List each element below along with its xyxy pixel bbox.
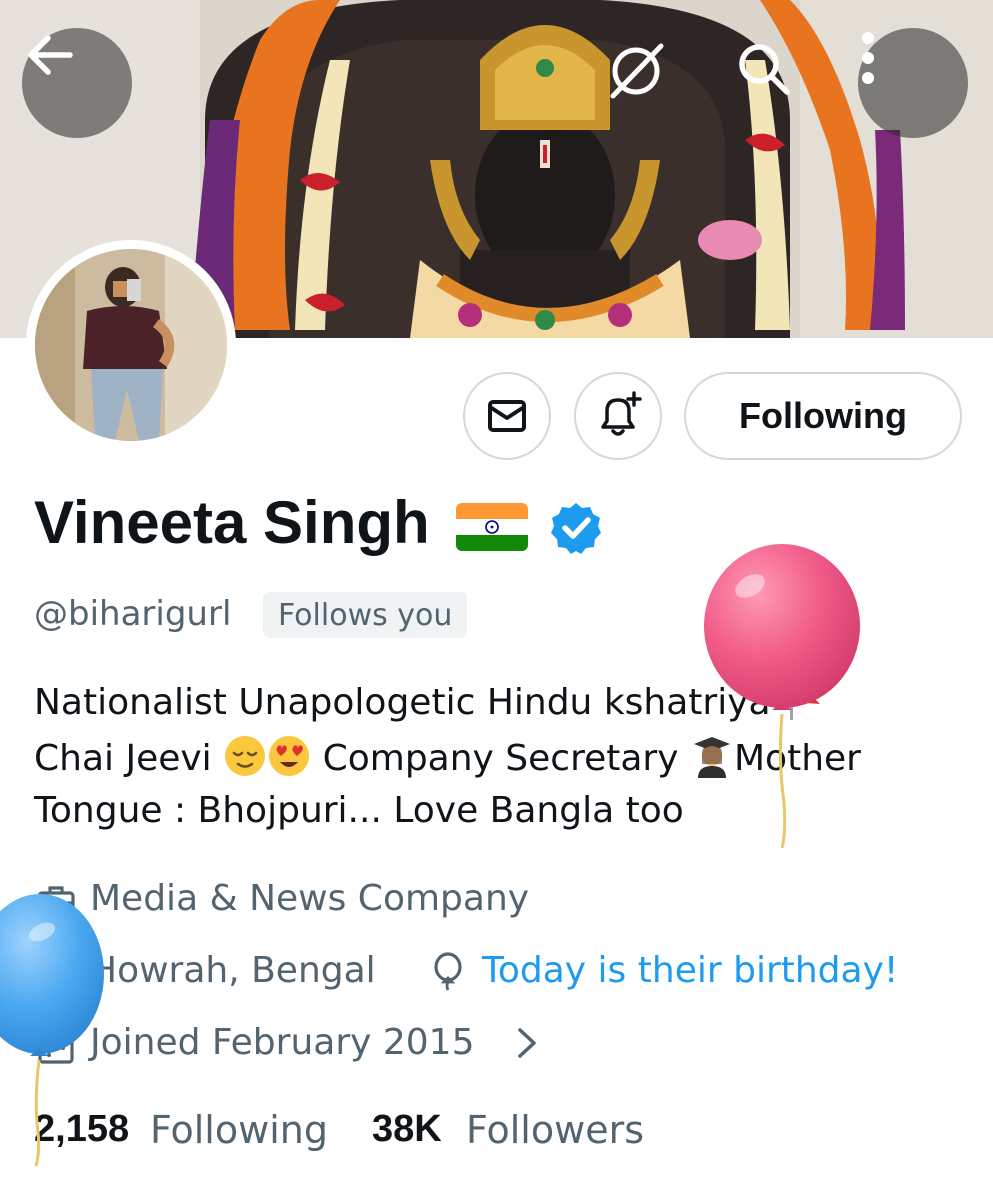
bio-text: Company Secretary <box>322 738 679 779</box>
handle: @biharigurl <box>34 594 232 634</box>
grok-icon <box>610 43 664 99</box>
more-vertical-icon <box>862 32 874 84</box>
balloon-icon <box>434 952 462 991</box>
location-pin-icon <box>40 956 72 994</box>
bio-line-3: Tongue : Bhojpuri... Love Bangla too <box>34 790 684 831</box>
heart-eyes-emoji <box>269 736 310 776</box>
follows-you-badge: Follows you <box>263 592 468 638</box>
briefcase-icon <box>37 886 75 919</box>
bell-plus-icon <box>601 391 642 436</box>
birthday-text: Today is their birthday! <box>482 950 899 991</box>
display-name: Vineeta Singh <box>34 489 430 556</box>
notifications-button[interactable] <box>574 372 662 460</box>
woman-graduate-emoji <box>694 737 730 778</box>
relieved-face-emoji <box>225 736 266 776</box>
bio-text: Chai Jeevi <box>34 738 212 779</box>
more-button[interactable] <box>858 28 968 138</box>
following-button[interactable]: Following <box>684 372 962 460</box>
profile-category: Media & News Company <box>90 878 530 919</box>
search-button[interactable] <box>735 40 813 118</box>
joined-date[interactable]: Joined February 2015 <box>90 1022 475 1063</box>
following-label[interactable]: Following <box>150 1108 328 1152</box>
bio-text: Mother <box>734 738 861 779</box>
following-count[interactable]: 2,158 <box>34 1108 129 1151</box>
chevron-right-icon[interactable] <box>514 1026 540 1060</box>
message-button[interactable] <box>463 372 551 460</box>
bio-line-1: Nationalist Unapologetic Hindu kshatriya <box>34 678 826 723</box>
arrow-left-icon <box>28 35 73 75</box>
india-flag-icon <box>456 503 528 551</box>
verified-badge-icon <box>551 503 601 554</box>
search-icon <box>739 44 790 95</box>
envelope-icon <box>488 400 526 432</box>
bio-text: Nationalist Unapologetic Hindu kshatriya <box>34 682 771 723</box>
back-button[interactable] <box>22 28 132 138</box>
followers-count[interactable]: 38K <box>372 1108 442 1151</box>
calendar-icon <box>38 1029 74 1064</box>
avatar-photo <box>35 249 227 441</box>
bio-line-2: Chai Jeevi Company Secretary Mother <box>34 734 861 779</box>
red-flag-emoji <box>790 682 821 720</box>
grok-button[interactable] <box>605 40 683 118</box>
profile-location: Howrah, Bengal <box>90 950 376 991</box>
avatar[interactable] <box>26 240 236 450</box>
avatar-image <box>35 249 227 441</box>
followers-label[interactable]: Followers <box>466 1108 644 1152</box>
